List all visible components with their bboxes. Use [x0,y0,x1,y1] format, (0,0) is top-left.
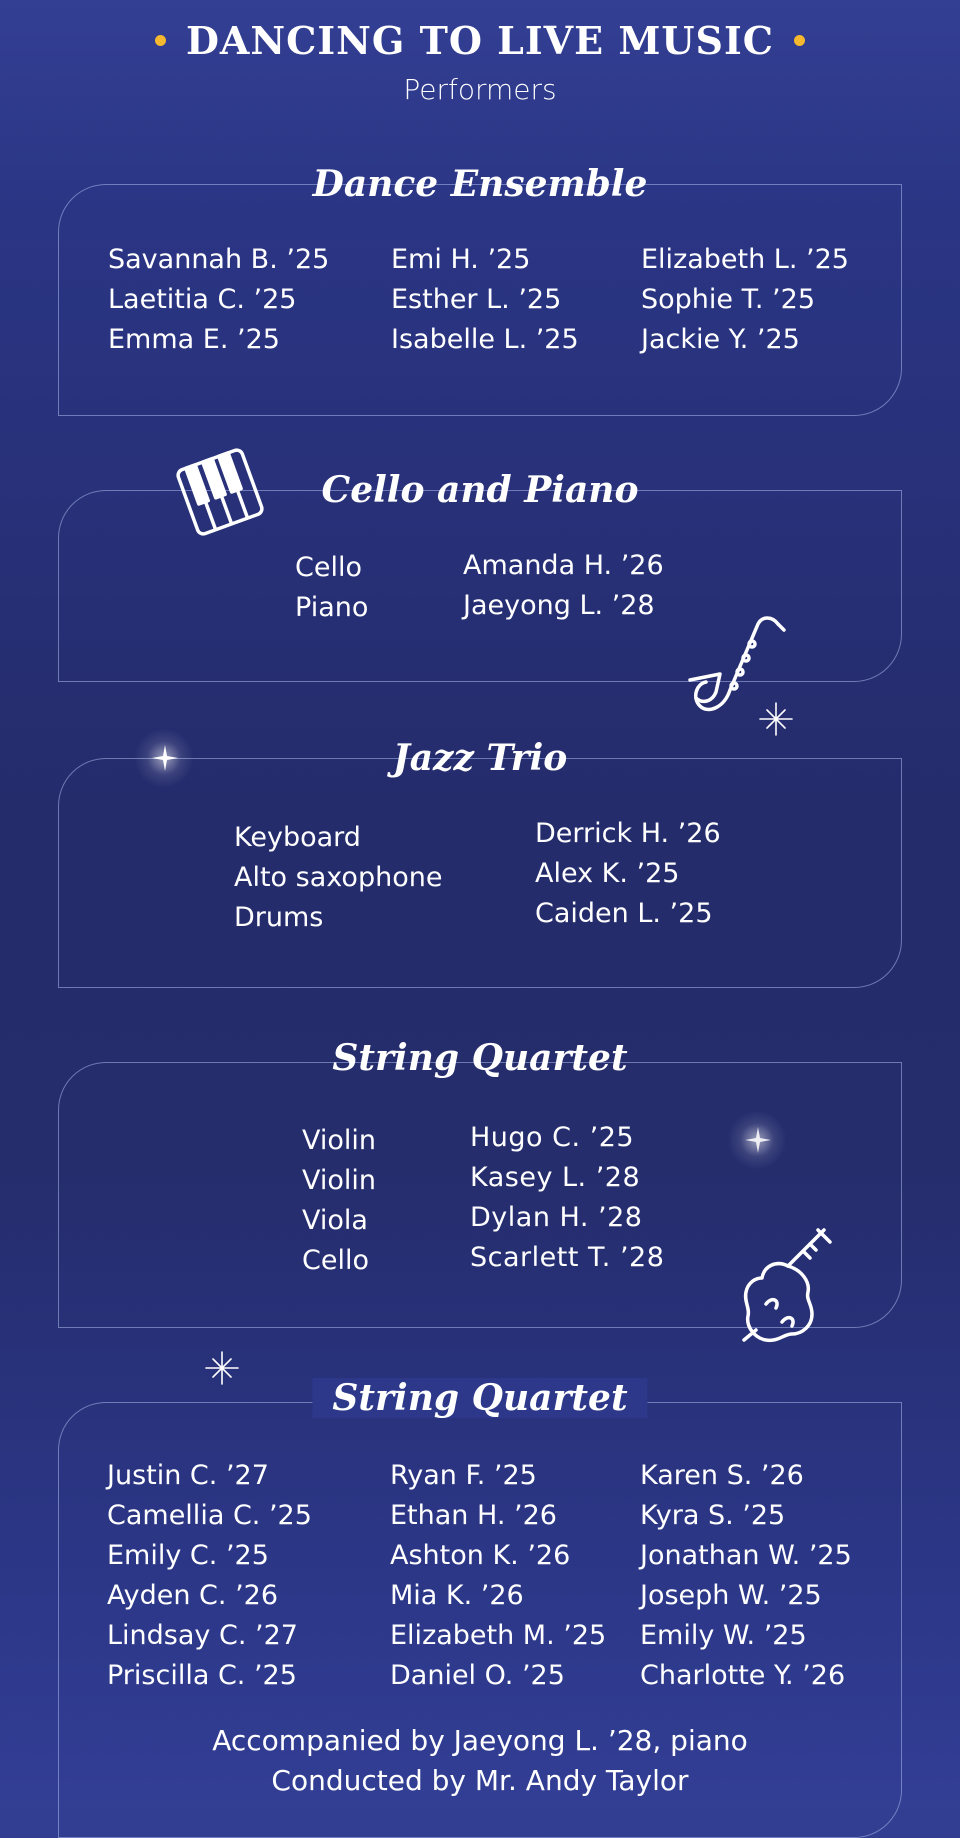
performer-name: Jaeyong L. ’28 [463,590,655,621]
performer-name: Ethan H. ’26 [390,1500,557,1531]
page-title-text: DANCING TO LIVE MUSIC [185,18,775,63]
performer-name: Scarlett T. ’28 [470,1242,665,1273]
section-title: Jazz Trio [392,737,568,779]
sparkle-icon [759,702,793,736]
performer-name: Kyra S. ’25 [640,1500,786,1531]
instrument-performer-table: Keyboard Alto saxophone Drums Derrick H.… [234,814,721,938]
performer-name: Ryan F. ’25 [390,1460,537,1491]
performer-name: Elizabeth L. ’25 [641,244,849,275]
performer-name: Esther L. ’25 [391,284,562,315]
performer-name: Jackie Y. ’25 [641,324,800,355]
sparkle-icon [152,745,178,771]
performer-name: Justin C. ’27 [107,1460,269,1491]
performer-name: Elizabeth M. ’25 [390,1620,607,1651]
performer-name: Emi H. ’25 [391,244,531,275]
performer-name: Priscilla C. ’25 [107,1660,297,1691]
performer-name: Emily C. ’25 [107,1540,269,1571]
sparkle-icon [745,1127,771,1153]
instrument-label: Violin [302,1165,377,1196]
performer-columns: Justin C. ’27 Camellia C. ’25 Emily C. ’… [107,1456,890,1696]
performer-name: Daniel O. ’25 [390,1660,565,1691]
performer-name: Laetitia C. ’25 [108,284,297,315]
performer-name: Savannah B. ’25 [108,244,330,275]
performer-name: Derrick H. ’26 [535,818,721,849]
page-subtitle: Performers [403,73,557,106]
performer-name: Caiden L. ’25 [535,898,713,929]
instrument-label: Viola [302,1205,368,1236]
accompanist-line: Accompanied by Jaeyong L. ’28, piano [212,1724,748,1757]
accent-dot-right [794,35,806,46]
instrument-label: Piano [295,592,369,623]
instrument-performer-table: Cello Piano Amanda H. ’26 Jaeyong L. ’28 [295,546,664,628]
performer-name: Alex K. ’25 [535,858,680,889]
performer-name: Charlotte Y. ’26 [640,1660,846,1691]
section-title: String Quartet [332,1037,628,1079]
performer-name: Ayden C. ’26 [107,1580,279,1611]
instrument-performer-table: Violin Violin Viola Cello Hugo C. ’25 Ka… [302,1118,664,1281]
performer-name: Jonathan W. ’25 [640,1540,852,1571]
violin-icon [742,1228,832,1343]
instrument-label: Violin [302,1125,377,1156]
instrument-label: Alto saxophone [234,862,443,893]
instrument-label: Drums [234,902,324,933]
performer-name: Emily W. ’25 [640,1620,807,1651]
performer-columns: Savannah B. ’25 Laetitia C. ’25 Emma E. … [108,240,881,360]
instrument-label: Keyboard [234,822,361,853]
sparkle-icon [205,1351,239,1385]
performer-name: Joseph W. ’25 [640,1580,822,1611]
performer-name: Dylan H. ’28 [470,1202,643,1233]
performer-name: Emma E. ’25 [108,324,280,355]
instrument-label: Cello [302,1245,369,1276]
accent-dot-left [154,35,166,46]
piano-icon [176,448,264,536]
section-title: Dance Ensemble [312,163,648,205]
section-title: String Quartet [312,1378,648,1418]
performer-name: Hugo C. ’25 [470,1122,635,1153]
header: DANCING TO LIVE MUSIC Performers [0,18,960,106]
section-title: Cello and Piano [321,469,639,511]
performer-name: Isabelle L. ’25 [391,324,579,355]
performer-name: Sophie T. ’25 [641,284,815,315]
conductor-line: Conducted by Mr. Andy Taylor [271,1764,689,1797]
instrument-label: Cello [295,552,362,583]
performer-name: Amanda H. ’26 [463,550,664,581]
performer-name: Karen S. ’26 [640,1460,804,1491]
performer-name: Lindsay C. ’27 [107,1620,298,1651]
page-title: DANCING TO LIVE MUSIC [154,18,806,63]
section-dance-ensemble: Dance Ensemble Savannah B. ’25 Laetitia … [58,164,902,416]
performer-name: Mia K. ’26 [390,1580,524,1611]
performer-name: Ashton K. ’26 [390,1540,571,1571]
performer-name: Camellia C. ’25 [107,1500,312,1531]
performer-name: Kasey L. ’28 [470,1162,641,1193]
